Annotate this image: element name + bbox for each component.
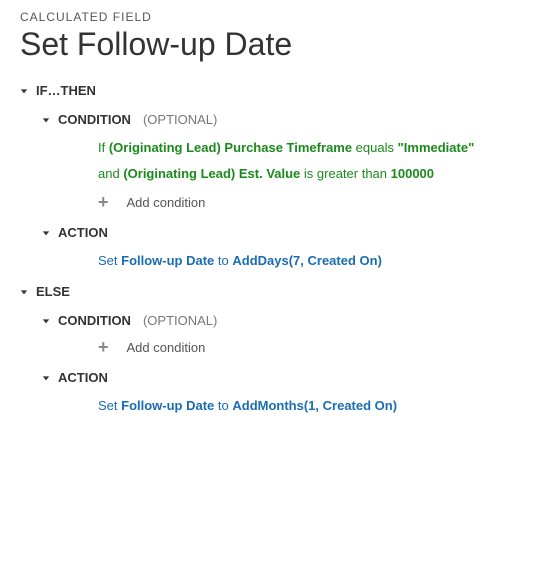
add-condition-label: Add condition xyxy=(127,195,206,210)
add-condition-button-else[interactable]: + Add condition xyxy=(98,338,513,356)
if-then-header[interactable]: IF…THEN xyxy=(20,83,513,98)
chevron-down-icon xyxy=(42,229,52,237)
chevron-down-icon xyxy=(20,87,30,95)
cond2-field: (Originating Lead) Est. Value xyxy=(123,166,300,181)
chevron-down-icon xyxy=(42,374,52,382)
if-action-row[interactable]: Set Follow-up Date to AddDays(7, Created… xyxy=(98,250,513,272)
else-action-header[interactable]: ACTION xyxy=(42,370,513,385)
plus-icon: + xyxy=(98,193,109,211)
else-condition-header[interactable]: CONDITION (OPTIONAL) xyxy=(42,313,513,328)
optional-label: (OPTIONAL) xyxy=(143,313,217,328)
if-action-header[interactable]: ACTION xyxy=(42,225,513,240)
page-title: Set Follow-up Date xyxy=(20,26,513,63)
add-condition-button-if[interactable]: + Add condition xyxy=(98,193,513,211)
cond2-value: 100000 xyxy=(391,166,434,181)
cond1-value: "Immediate" xyxy=(398,140,475,155)
else-action-mid: to xyxy=(214,398,232,413)
if-action-func: AddDays(7, Created On) xyxy=(232,253,382,268)
condition-label: CONDITION xyxy=(58,313,131,328)
plus-icon: + xyxy=(98,338,109,356)
if-then-label: IF…THEN xyxy=(36,83,96,98)
optional-label: (OPTIONAL) xyxy=(143,112,217,127)
chevron-down-icon xyxy=(42,116,52,124)
else-label: ELSE xyxy=(36,284,70,299)
if-action-mid: to xyxy=(214,253,232,268)
cond1-op: equals xyxy=(352,140,398,155)
condition-row-2[interactable]: and (Originating Lead) Est. Value is gre… xyxy=(98,163,513,185)
action-label: ACTION xyxy=(58,370,108,385)
cond1-prefix: If xyxy=(98,140,109,155)
condition-label: CONDITION xyxy=(58,112,131,127)
cond1-field: (Originating Lead) Purchase Timeframe xyxy=(109,140,352,155)
cond2-prefix: and xyxy=(98,166,123,181)
if-action-prefix: Set xyxy=(98,253,121,268)
action-label: ACTION xyxy=(58,225,108,240)
chevron-down-icon xyxy=(42,317,52,325)
condition-row-1[interactable]: If (Originating Lead) Purchase Timeframe… xyxy=(98,137,513,159)
if-condition-header[interactable]: CONDITION (OPTIONAL) xyxy=(42,112,513,127)
else-action-field: Follow-up Date xyxy=(121,398,214,413)
else-header[interactable]: ELSE xyxy=(20,284,513,299)
breadcrumb: CALCULATED FIELD xyxy=(20,10,513,24)
add-condition-label: Add condition xyxy=(127,340,206,355)
cond2-op: is greater than xyxy=(300,166,390,181)
else-action-prefix: Set xyxy=(98,398,121,413)
else-action-func: AddMonths(1, Created On) xyxy=(232,398,397,413)
if-action-field: Follow-up Date xyxy=(121,253,214,268)
chevron-down-icon xyxy=(20,288,30,296)
else-action-row[interactable]: Set Follow-up Date to AddMonths(1, Creat… xyxy=(98,395,513,417)
